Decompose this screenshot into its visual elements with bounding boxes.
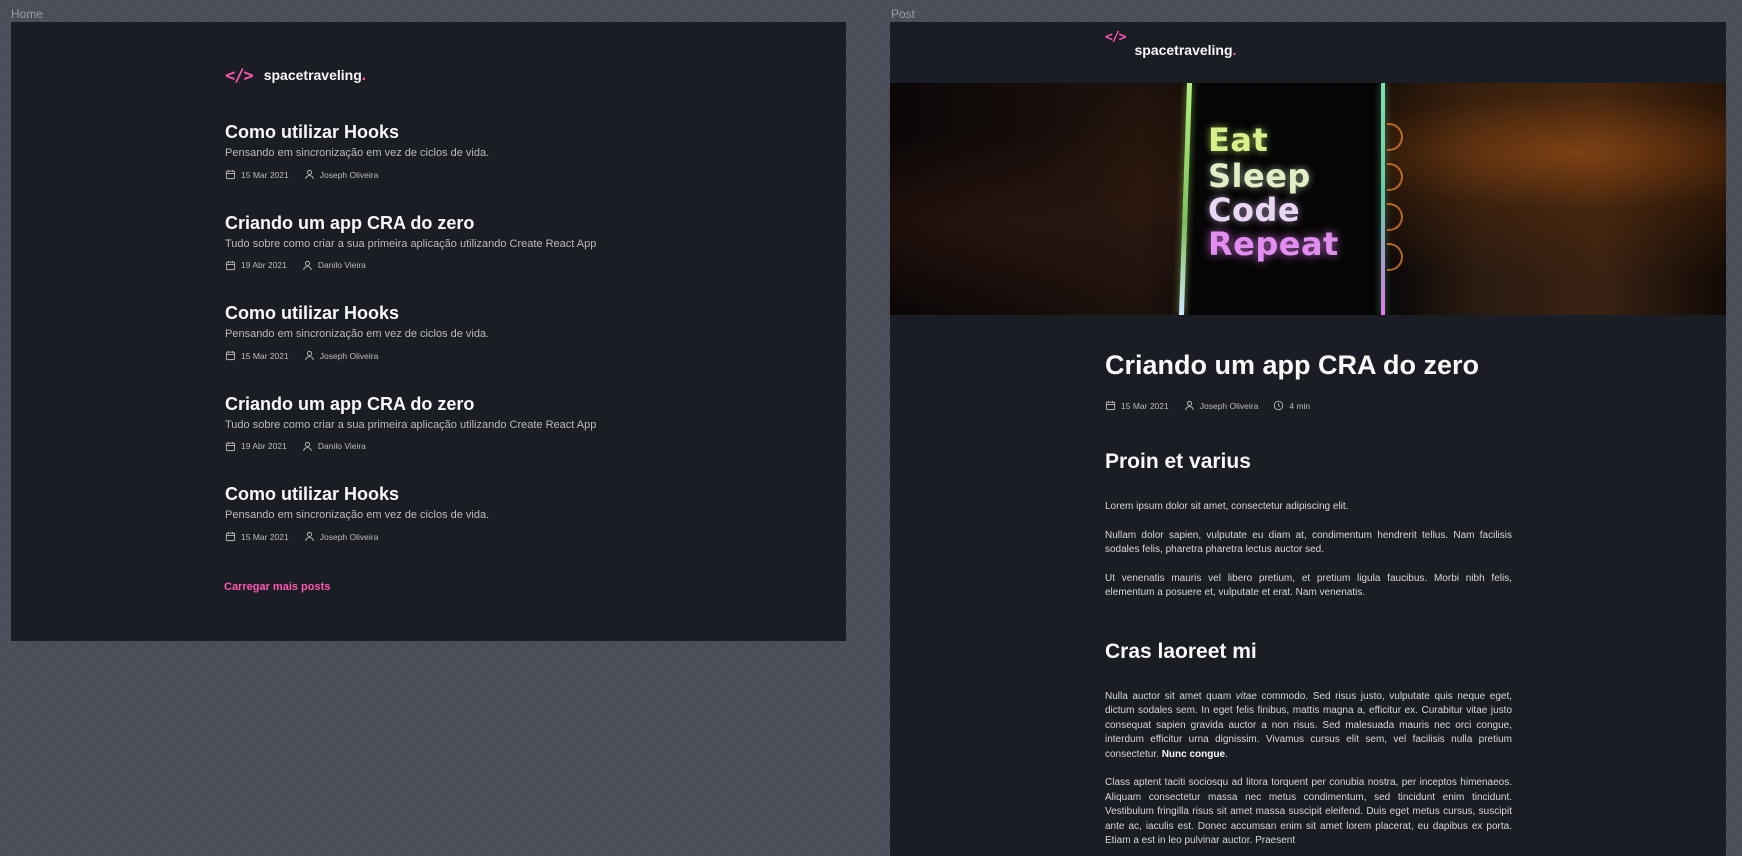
post-author: Joseph Oliveira [304,531,379,542]
post-frame: </> spacetraveling . Eat Sleep Code Repe… [890,22,1726,856]
post-date-text: 19 Abr 2021 [241,441,287,452]
post-author-text: Joseph Oliveira [319,169,379,180]
banner-word: Eat [1208,121,1269,159]
text-run: . [1225,748,1228,760]
post-author-text: Danilo Vieira [317,260,366,271]
post-date: 19 Abr 2021 [225,260,287,271]
banner-word: Sleep [1208,157,1311,195]
post-date-text: 15 Mar 2021 [241,350,289,361]
post-date: 15 Mar 2021 [225,350,289,361]
post-list-item[interactable]: Como utilizar Hooks Pensando em sincroniz… [225,120,645,211]
post-date: 19 Abr 2021 [225,441,287,452]
post-subtitle: Pensando em sincronização em vez de cicl… [225,147,490,159]
post-reading-time-text: 4 min [1289,400,1311,411]
post-subtitle: Pensando em sincronização em vez de cicl… [225,509,490,522]
post-date-text: 19 Abr 2021 [241,260,287,271]
user-icon [305,532,314,542]
post-title[interactable]: Como utilizar Hooks [225,482,645,506]
calendar-icon [225,351,236,361]
text-run-bold: Nunc congue [1161,748,1226,760]
post-title[interactable]: Como utilizar Hooks [225,301,645,325]
paragraph: Nullam dolor sapien, vulputate eu diam a… [1105,529,1512,556]
calendar-icon [1105,401,1116,411]
section-heading: Proin et varius [1105,450,1251,473]
code-icon: </> [1105,30,1127,45]
post-author-text: Joseph Oliveira [319,531,379,542]
post-list: Como utilizar Hooks Pensando em sincroniz… [225,120,645,573]
post-banner-image: Eat Sleep Code Repeat [890,83,1726,315]
post-subtitle: Tudo sobre como criar a sua primeira apl… [225,237,597,250]
section-heading: Cras laoreet mi [1105,639,1257,663]
post-meta: 19 Abr 2021 Danilo Vieira [225,441,645,452]
home-frame: </> spacetraveling. Como utilizar Hooks P… [11,22,846,641]
frame-label-post: Post [891,7,916,21]
brand-dot: . [361,67,367,84]
brand-dot: . [1232,42,1237,58]
code-icon: </> [225,66,254,86]
post-title[interactable]: Como utilizar Hooks [225,120,645,144]
paragraph: Ut venenatis mauris vel libero pretium, … [1105,572,1512,599]
post-author-text: Joseph Oliveira [319,350,379,361]
post-subtitle: Pensando em sincronização em vez de cicl… [225,328,490,341]
post-list-item[interactable]: Criando um app CRA do zero Tudo sobre com… [225,392,645,483]
post-date-text: 15 Mar 2021 [241,169,289,180]
calendar-icon [225,532,236,542]
brand-logo[interactable]: </> spacetraveling. [225,66,366,86]
calendar-icon [225,441,236,451]
user-icon [303,260,312,270]
post-author: Joseph Oliveira [1184,400,1259,411]
clock-icon [1274,400,1284,411]
brand-name: spacetraveling [1134,42,1233,58]
calendar-icon [225,170,236,180]
user-icon [305,351,314,361]
post-title[interactable]: Criando um app CRA do zero [225,392,645,416]
coil-shape [1387,123,1403,151]
post-author-text: Joseph Oliveira [1199,400,1259,411]
load-more-button[interactable]: Carregar mais posts [224,581,330,593]
post-list-item[interactable]: Como utilizar Hooks Pensando em sincroniz… [225,482,645,573]
brand-name: spacetraveling [263,67,362,83]
coil-shape [1387,243,1403,271]
text-run-italic: vitae [1235,690,1257,702]
text-run: Nulla auctor sit amet quam [1105,690,1236,702]
brand-logo[interactable]: </> spacetraveling . [1105,30,1236,58]
post-reading-time: 4 min [1273,400,1310,411]
post-author: Danilo Vieira [302,260,366,271]
frame-label-home: Home [11,7,44,21]
post-list-item[interactable]: Como utilizar Hooks Pensando em sincroniz… [225,301,645,392]
post-list-item[interactable]: Criando um app CRA do zero Tudo sobre com… [225,211,645,302]
paragraph: Nulla auctor sit amet quam vitae commodo… [1105,690,1512,763]
article: Criando um app CRA do zero 15 Mar 2021 J… [1105,325,1512,849]
post-date: 15 Mar 2021 [1105,400,1169,411]
post-subtitle: Tudo sobre como criar a sua primeira apl… [225,418,597,431]
post-date: 15 Mar 2021 [225,531,289,542]
post-author-text: Danilo Vieira [317,441,366,452]
post-meta: 19 Abr 2021 Danilo Vieira [225,260,645,271]
user-icon [1185,400,1194,411]
paragraph: Lorem ipsum dolor sit amet, consectetur … [1105,501,1349,512]
post-author: Joseph Oliveira [304,169,379,180]
post-meta: 15 Mar 2021 Joseph Oliveira [225,169,645,180]
post-author: Danilo Vieira [302,441,366,452]
phone-edge-right [1381,83,1385,315]
user-icon [305,169,314,180]
header: </> spacetraveling . [890,22,1726,83]
banner-word: Code [1208,191,1301,229]
user-icon [303,441,312,451]
post-date: 15 Mar 2021 [225,169,289,180]
post-date-text: 15 Mar 2021 [241,531,289,542]
post-title[interactable]: Criando um app CRA do zero [225,211,645,235]
post-meta: 15 Mar 2021 Joseph Oliveira [225,350,645,361]
post-meta: 15 Mar 2021 Joseph Oliveira 4 min [1105,400,1512,411]
post-title: Criando um app CRA do zero [1105,350,1480,380]
post-author: Joseph Oliveira [304,350,379,361]
banner-word: Repeat [1208,225,1339,263]
post-date-text: 15 Mar 2021 [1121,400,1169,411]
coil-shape [1387,203,1403,231]
post-meta: 15 Mar 2021 Joseph Oliveira [225,531,645,542]
calendar-icon [225,260,236,270]
paragraph: Class aptent taciti sociosqu ad litora t… [1105,777,1512,846]
coil-shape [1387,163,1403,191]
